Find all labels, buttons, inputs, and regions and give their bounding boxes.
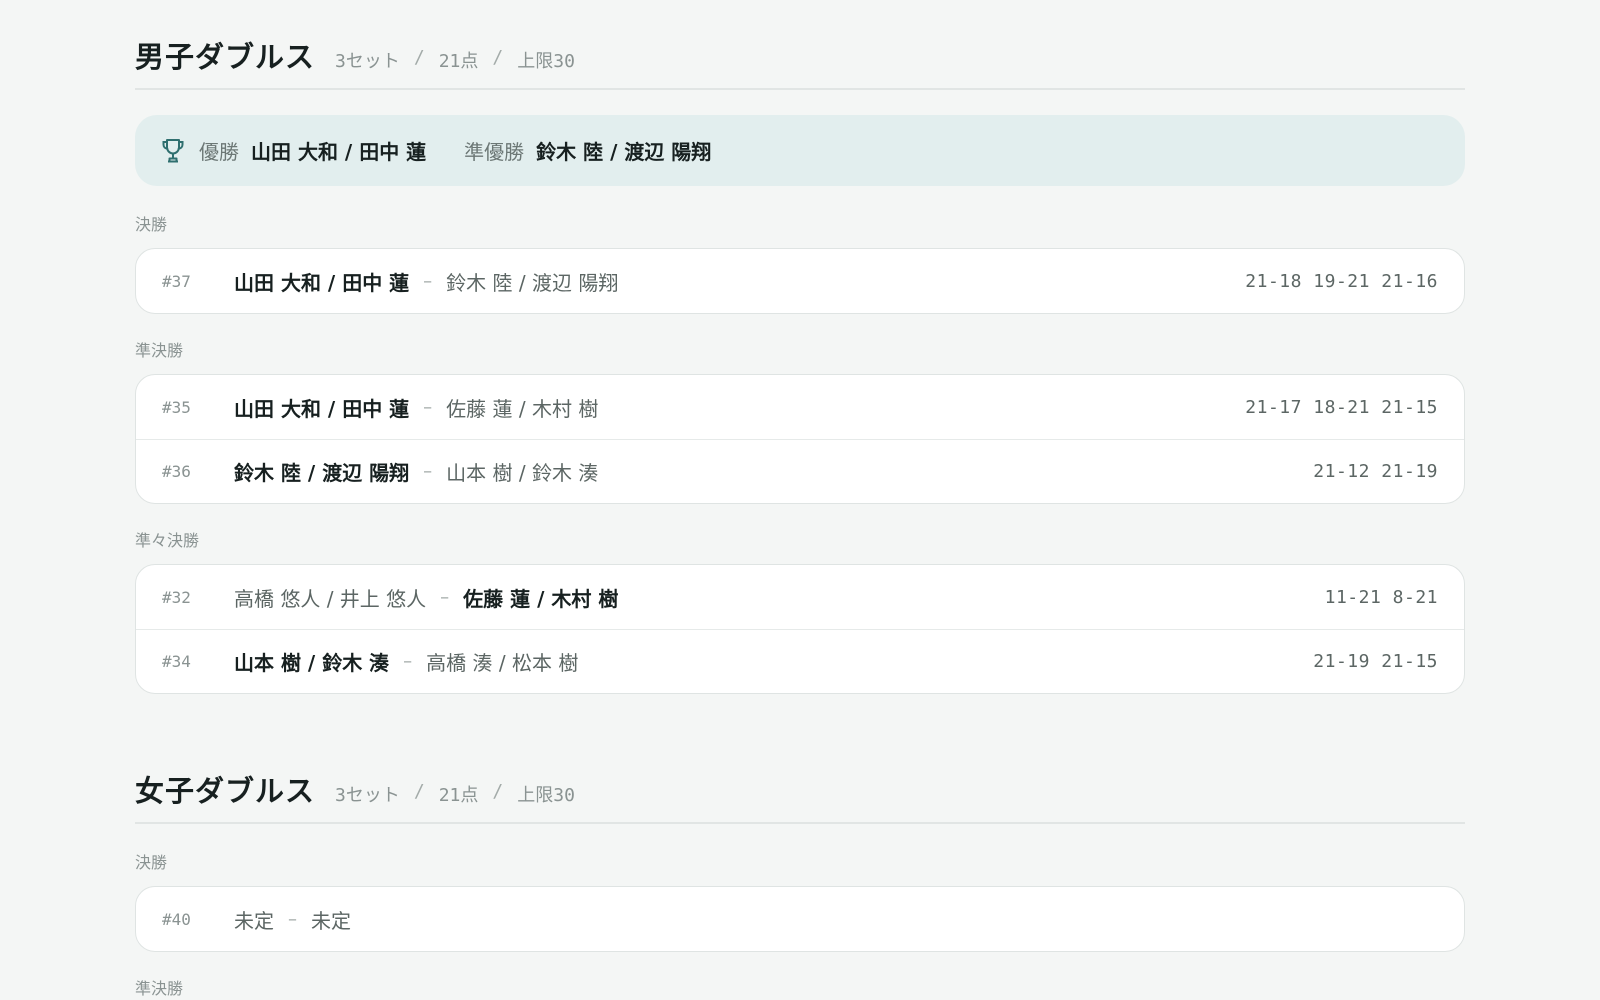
section-title: 男子ダブルス bbox=[135, 40, 316, 74]
team-2: 高橋 湊 / 松本 樹 bbox=[426, 651, 579, 675]
meta-cap: 上限30 bbox=[517, 785, 575, 806]
tournament-results-page: 男子ダブルス 3セット / 21点 / 上限30 優勝 山田 大和 / 田中 蓮… bbox=[0, 0, 1600, 1000]
match-row[interactable]: #40 未定 – 未定 bbox=[136, 887, 1464, 951]
trophy-icon bbox=[161, 138, 185, 164]
team-1: 高橋 悠人 / 井上 悠人 bbox=[234, 586, 427, 611]
round-label-final: 決勝 bbox=[135, 215, 168, 234]
match-id: #36 bbox=[162, 462, 191, 481]
section-header: 女子ダブルス 3セット / 21点 / 上限30 bbox=[135, 734, 1465, 824]
section-title: 女子ダブルス bbox=[135, 774, 316, 808]
section-meta: 3セット / 21点 / 上限30 bbox=[335, 781, 575, 807]
team-1: 未定 bbox=[234, 908, 274, 933]
section-women-doubles: 女子ダブルス 3セット / 21点 / 上限30 決勝 #40 未定 – 未定 bbox=[135, 734, 1465, 1000]
match-id: #32 bbox=[162, 587, 191, 607]
team-1: 山田 大和 / 田中 蓮 bbox=[234, 270, 410, 295]
match-card-final: #37 山田 大和 / 田中 蓮 – 鈴木 陸 / 渡辺 陽翔 21-18 19… bbox=[135, 248, 1465, 314]
section-men-doubles: 男子ダブルス 3セット / 21点 / 上限30 優勝 山田 大和 / 田中 蓮… bbox=[135, 0, 1465, 694]
team-2: 山本 樹 / 鈴木 湊 bbox=[446, 461, 599, 485]
vs-separator: – bbox=[423, 270, 433, 292]
section-meta: 3セット / 21点 / 上限30 bbox=[335, 47, 575, 73]
vs-separator: – bbox=[403, 651, 413, 672]
team-1: 鈴木 陸 / 渡辺 陽翔 bbox=[234, 461, 410, 485]
runner-up-label: 準優勝 bbox=[464, 140, 525, 164]
round-label-semifinal: 準決勝 bbox=[135, 341, 184, 360]
team-2: 佐藤 蓮 / 木村 樹 bbox=[463, 586, 619, 611]
meta-separator: / bbox=[413, 47, 425, 68]
match-row[interactable]: #37 山田 大和 / 田中 蓮 – 鈴木 陸 / 渡辺 陽翔 21-18 19… bbox=[136, 249, 1464, 313]
match-card-semifinal: #35 山田 大和 / 田中 蓮 – 佐藤 蓮 / 木村 樹 21-17 18-… bbox=[135, 374, 1465, 504]
match-score: 21-18 19-21 21-16 bbox=[1245, 270, 1438, 292]
meta-sets: 3セット bbox=[335, 785, 400, 806]
team-1: 山本 樹 / 鈴木 湊 bbox=[234, 651, 390, 675]
team-2: 鈴木 陸 / 渡辺 陽翔 bbox=[446, 270, 619, 295]
team-2: 佐藤 蓮 / 木村 樹 bbox=[446, 396, 599, 421]
match-id: #34 bbox=[162, 652, 191, 671]
meta-separator: / bbox=[492, 47, 504, 68]
winner-label: 優勝 bbox=[199, 140, 239, 164]
champion-bar: 優勝 山田 大和 / 田中 蓮 準優勝 鈴木 陸 / 渡辺 陽翔 bbox=[135, 115, 1465, 186]
match-row[interactable]: #36 鈴木 陸 / 渡辺 陽翔 – 山本 樹 / 鈴木 湊 21-12 21-… bbox=[136, 439, 1464, 503]
match-card-quarterfinal: #32 高橋 悠人 / 井上 悠人 – 佐藤 蓮 / 木村 樹 11-21 8-… bbox=[135, 564, 1465, 694]
meta-cap: 上限30 bbox=[517, 51, 575, 72]
team-1: 山田 大和 / 田中 蓮 bbox=[234, 396, 410, 421]
match-score: 21-19 21-15 bbox=[1313, 651, 1438, 672]
match-id: #40 bbox=[162, 909, 191, 929]
meta-points: 21点 bbox=[438, 51, 479, 72]
vs-separator: – bbox=[440, 586, 450, 608]
match-row[interactable]: #34 山本 樹 / 鈴木 湊 – 高橋 湊 / 松本 樹 21-19 21-1… bbox=[136, 629, 1464, 693]
vs-separator: – bbox=[423, 461, 433, 482]
meta-separator: / bbox=[492, 781, 504, 802]
meta-points: 21点 bbox=[438, 785, 479, 806]
match-card-final: #40 未定 – 未定 bbox=[135, 886, 1465, 952]
vs-separator: – bbox=[288, 908, 297, 930]
round-label-quarterfinal: 準々決勝 bbox=[135, 531, 200, 550]
results-container: 男子ダブルス 3セット / 21点 / 上限30 優勝 山田 大和 / 田中 蓮… bbox=[135, 0, 1465, 1000]
match-score: 11-21 8-21 bbox=[1324, 586, 1438, 608]
round-label-final: 決勝 bbox=[135, 853, 168, 872]
match-score: 21-12 21-19 bbox=[1313, 461, 1438, 482]
match-row[interactable]: #32 高橋 悠人 / 井上 悠人 – 佐藤 蓮 / 木村 樹 11-21 8-… bbox=[136, 565, 1464, 629]
vs-separator: – bbox=[423, 396, 433, 418]
runner-up-name: 鈴木 陸 / 渡辺 陽翔 bbox=[536, 140, 712, 164]
meta-separator: / bbox=[413, 781, 425, 802]
match-id: #35 bbox=[162, 397, 191, 417]
winner-name: 山田 大和 / 田中 蓮 bbox=[251, 140, 427, 164]
match-score: 21-17 18-21 21-15 bbox=[1245, 396, 1438, 418]
round-label-semifinal: 準決勝 bbox=[135, 979, 184, 998]
match-row[interactable]: #35 山田 大和 / 田中 蓮 – 佐藤 蓮 / 木村 樹 21-17 18-… bbox=[136, 375, 1464, 439]
meta-sets: 3セット bbox=[335, 51, 400, 72]
section-header: 男子ダブルス 3セット / 21点 / 上限30 bbox=[135, 0, 1465, 90]
match-id: #37 bbox=[162, 271, 191, 291]
team-2: 未定 bbox=[311, 908, 351, 933]
